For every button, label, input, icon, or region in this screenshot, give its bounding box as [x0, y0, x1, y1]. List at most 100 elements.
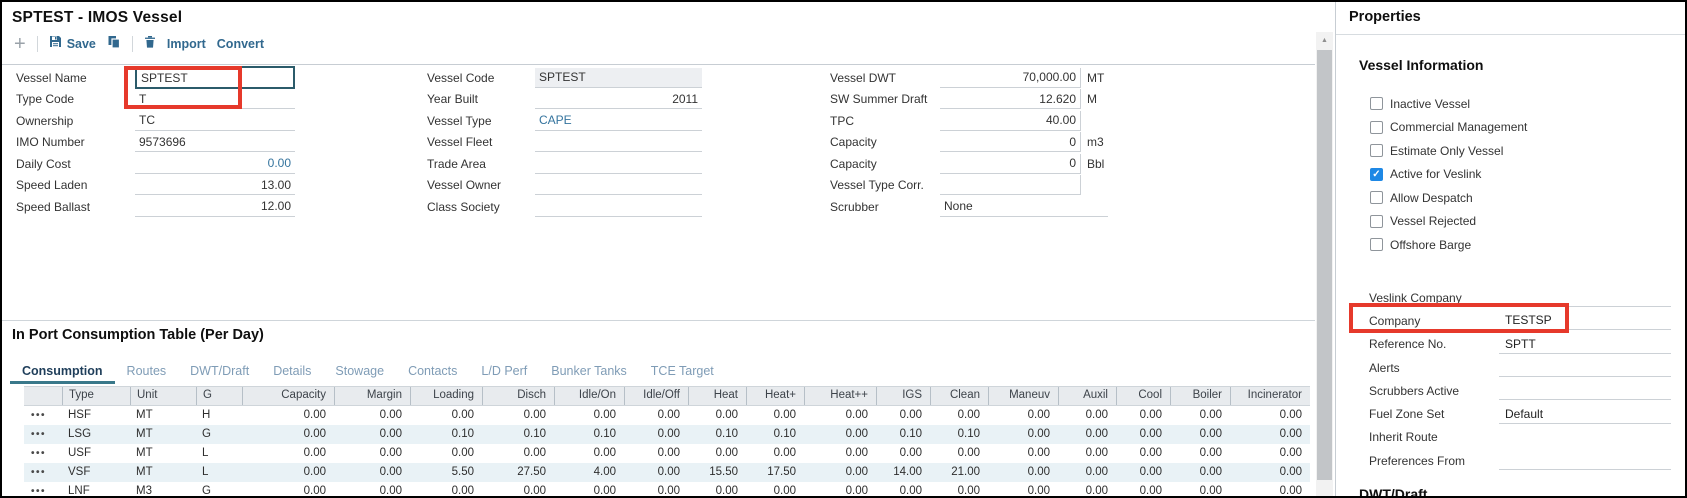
cell-heat[interactable]: 0.00: [688, 482, 746, 498]
vessel-code-field[interactable]: SPTEST: [535, 68, 702, 88]
unchecked-checkbox-icon[interactable]: [1370, 144, 1383, 157]
cell-heat[interactable]: 0.00: [804, 444, 876, 463]
cell-maneuv[interactable]: 0.00: [988, 444, 1058, 463]
reference-no-field[interactable]: SPTT: [1499, 335, 1671, 354]
cell-type[interactable]: HSF: [62, 406, 130, 425]
trade-area-field[interactable]: [535, 154, 702, 174]
cell-idle-on[interactable]: 0.00: [554, 444, 624, 463]
cell-type[interactable]: USF: [62, 444, 130, 463]
scrubber-field[interactable]: None: [940, 197, 1108, 217]
row-menu-icon[interactable]: •••: [24, 425, 62, 444]
cell-boiler[interactable]: 0.00: [1170, 425, 1230, 444]
cell-igs[interactable]: 14.00: [876, 463, 930, 482]
row-menu-icon[interactable]: •••: [24, 444, 62, 463]
checked-checkbox-icon[interactable]: ✓: [1370, 168, 1383, 181]
veslink-company-field[interactable]: [1499, 288, 1671, 307]
convert-button[interactable]: Convert: [217, 37, 264, 51]
row-menu-icon[interactable]: •••: [24, 406, 62, 425]
cell-unit[interactable]: MT: [130, 444, 196, 463]
class-society-field[interactable]: [535, 197, 702, 217]
cell-boiler[interactable]: 0.00: [1170, 444, 1230, 463]
cell-maneuv[interactable]: 0.00: [988, 482, 1058, 498]
checkbox-allow-despatch[interactable]: Allow Despatch: [1370, 186, 1527, 210]
vessel-dwt-field[interactable]: 70,000.00: [940, 68, 1080, 88]
cell-incinerator[interactable]: 0.00: [1230, 425, 1310, 444]
cell-unit[interactable]: MT: [130, 406, 196, 425]
unchecked-checkbox-icon[interactable]: [1370, 215, 1383, 228]
cell-margin[interactable]: 0.00: [334, 444, 410, 463]
cell-disch[interactable]: 27.50: [482, 463, 554, 482]
tab-consumption[interactable]: Consumption: [10, 359, 115, 384]
cell-auxil[interactable]: 0.00: [1058, 425, 1116, 444]
cell-cool[interactable]: 0.00: [1116, 463, 1170, 482]
row-menu-icon[interactable]: •••: [24, 482, 62, 498]
type-code-field[interactable]: T: [135, 89, 295, 109]
cell-cool[interactable]: 0.00: [1116, 406, 1170, 425]
capacity-field[interactable]: 0: [940, 154, 1080, 174]
cell-unit[interactable]: MT: [130, 463, 196, 482]
cell-heat[interactable]: 17.50: [746, 463, 804, 482]
fuel-zone-set-field[interactable]: Default: [1499, 405, 1671, 424]
cell-type[interactable]: VSF: [62, 463, 130, 482]
cell-heat[interactable]: 0.00: [746, 482, 804, 498]
cell-idle-off[interactable]: 0.00: [624, 425, 688, 444]
cell-clean[interactable]: 0.00: [930, 444, 988, 463]
cell-boiler[interactable]: 0.00: [1170, 406, 1230, 425]
vessel-name-field[interactable]: SPTEST: [135, 66, 295, 89]
cell-cool[interactable]: 0.00: [1116, 425, 1170, 444]
inherit-route-field[interactable]: [1499, 428, 1671, 447]
tab-l-d-perf[interactable]: L/D Perf: [469, 359, 539, 384]
tab-dwt-draft[interactable]: DWT/Draft: [178, 359, 261, 384]
speed-laden-field[interactable]: 13.00: [135, 175, 295, 195]
sw-summer-draft-field[interactable]: 12.620: [940, 89, 1080, 109]
unchecked-checkbox-icon[interactable]: [1370, 97, 1383, 110]
cell-g[interactable]: H: [196, 406, 242, 425]
cell-type[interactable]: LNF: [62, 482, 130, 498]
cell-margin[interactable]: 0.00: [334, 482, 410, 498]
cell-loading[interactable]: 0.00: [410, 444, 482, 463]
cell-boiler[interactable]: 0.00: [1170, 463, 1230, 482]
tab-bunker-tanks[interactable]: Bunker Tanks: [539, 359, 639, 384]
cell-margin[interactable]: 0.00: [334, 463, 410, 482]
cell-heat[interactable]: 0.00: [804, 406, 876, 425]
cell-loading[interactable]: 5.50: [410, 463, 482, 482]
save-button[interactable]: Save: [49, 35, 96, 53]
cell-capacity[interactable]: 0.00: [242, 425, 334, 444]
cell-margin[interactable]: 0.00: [334, 425, 410, 444]
year-built-field[interactable]: 2011: [535, 89, 702, 109]
tab-contacts[interactable]: Contacts: [396, 359, 469, 384]
cell-g[interactable]: G: [196, 425, 242, 444]
tab-routes[interactable]: Routes: [115, 359, 179, 384]
cell-idle-on[interactable]: 0.00: [554, 482, 624, 498]
cell-heat[interactable]: 0.10: [688, 425, 746, 444]
cell-loading[interactable]: 0.00: [410, 406, 482, 425]
cell-idle-on[interactable]: 0.10: [554, 425, 624, 444]
cell-igs[interactable]: 0.00: [876, 406, 930, 425]
cell-auxil[interactable]: 0.00: [1058, 406, 1116, 425]
ownership-field[interactable]: TC: [135, 111, 295, 131]
cell-g[interactable]: G: [196, 482, 242, 498]
unchecked-checkbox-icon[interactable]: [1370, 191, 1383, 204]
cell-disch[interactable]: 0.00: [482, 406, 554, 425]
cell-clean[interactable]: 0.00: [930, 406, 988, 425]
vessel-type-corr-field[interactable]: [940, 175, 1080, 195]
cell-capacity[interactable]: 0.00: [242, 463, 334, 482]
cell-disch[interactable]: 0.00: [482, 482, 554, 498]
vessel-fleet-field[interactable]: [535, 132, 702, 152]
company-field[interactable]: TESTSP: [1499, 311, 1671, 330]
cell-heat[interactable]: 0.00: [804, 463, 876, 482]
cell-unit[interactable]: M3: [130, 482, 196, 498]
cell-clean[interactable]: 0.10: [930, 425, 988, 444]
cell-maneuv[interactable]: 0.00: [988, 463, 1058, 482]
checkbox-vessel-rejected[interactable]: Vessel Rejected: [1370, 210, 1527, 234]
cell-capacity[interactable]: 0.00: [242, 406, 334, 425]
cell-heat[interactable]: 0.10: [746, 425, 804, 444]
cell-clean[interactable]: 21.00: [930, 463, 988, 482]
cell-auxil[interactable]: 0.00: [1058, 444, 1116, 463]
cell-g[interactable]: L: [196, 463, 242, 482]
cell-auxil[interactable]: 0.00: [1058, 482, 1116, 498]
add-button[interactable]: +: [14, 36, 26, 52]
cell-incinerator[interactable]: 0.00: [1230, 406, 1310, 425]
cell-maneuv[interactable]: 0.00: [988, 406, 1058, 425]
cell-heat[interactable]: 0.00: [746, 406, 804, 425]
